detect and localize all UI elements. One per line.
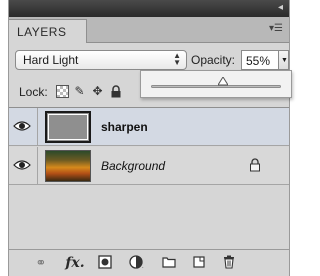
opacity-slider-track[interactable] <box>151 85 281 88</box>
layer-thumbnail-background[interactable] <box>45 150 91 182</box>
opacity-dropdown-arrow[interactable]: ▼ <box>279 50 289 70</box>
tab-row: LAYERS ▾☰ <box>9 17 289 43</box>
tab-layers-label: LAYERS <box>17 25 67 39</box>
eye-cell-divider <box>37 147 38 185</box>
lock-transparent-icon[interactable] <box>56 85 69 98</box>
layers-list: sharpen Background <box>9 107 289 249</box>
tab-layers[interactable]: LAYERS <box>9 19 87 43</box>
trash-icon[interactable] <box>221 255 237 271</box>
layer-lock-icon <box>249 158 261 172</box>
link-layers-icon[interactable]: ⚭ <box>31 255 51 271</box>
lock-label: Lock: <box>19 85 48 99</box>
layer-name-background[interactable]: Background <box>101 159 165 173</box>
lock-image-icon[interactable]: ✎ <box>73 85 86 98</box>
svg-text:.: . <box>142 264 144 269</box>
visibility-eye-icon[interactable] <box>13 119 31 133</box>
new-group-icon[interactable] <box>161 255 177 271</box>
layer-name-sharpen[interactable]: sharpen <box>101 120 148 134</box>
collapse-arrows-icon[interactable]: ◂ <box>278 1 283 15</box>
panel-menu-icon[interactable]: ▾☰ <box>269 23 283 34</box>
visibility-eye-icon[interactable] <box>13 158 31 172</box>
bottom-toolbar: ⚭ fx. . <box>9 249 289 276</box>
opacity-slider-popup <box>140 70 292 98</box>
layer-thumbnail-sharpen[interactable] <box>45 111 91 143</box>
blend-mode-value: Hard Light <box>23 53 79 67</box>
opacity-input[interactable]: 55% <box>241 50 279 70</box>
panel-grip-bar[interactable]: ◂ <box>9 0 289 17</box>
opacity-label: Opacity: <box>191 53 236 67</box>
select-arrows-icon: ▲ ▼ <box>173 51 181 67</box>
layer-row-sharpen[interactable]: sharpen <box>9 108 289 146</box>
lock-all-icon[interactable] <box>109 85 122 98</box>
adjustment-layer-icon[interactable]: . <box>127 255 147 271</box>
eye-cell-divider <box>37 108 38 146</box>
lock-position-icon[interactable]: ✥ <box>91 85 104 98</box>
opacity-slider-thumb[interactable] <box>217 77 228 87</box>
fx-icon[interactable]: fx. <box>65 255 85 271</box>
add-mask-icon[interactable] <box>97 255 113 271</box>
layer-row-background[interactable]: Background <box>9 147 289 185</box>
layers-panel: ◂ LAYERS ▾☰ Hard Light ▲ ▼ Opacity: 55% ▼… <box>8 0 290 276</box>
new-layer-icon[interactable] <box>191 255 207 271</box>
blend-mode-select[interactable]: Hard Light ▲ ▼ <box>15 50 187 70</box>
opacity-value: 55% <box>246 54 271 68</box>
